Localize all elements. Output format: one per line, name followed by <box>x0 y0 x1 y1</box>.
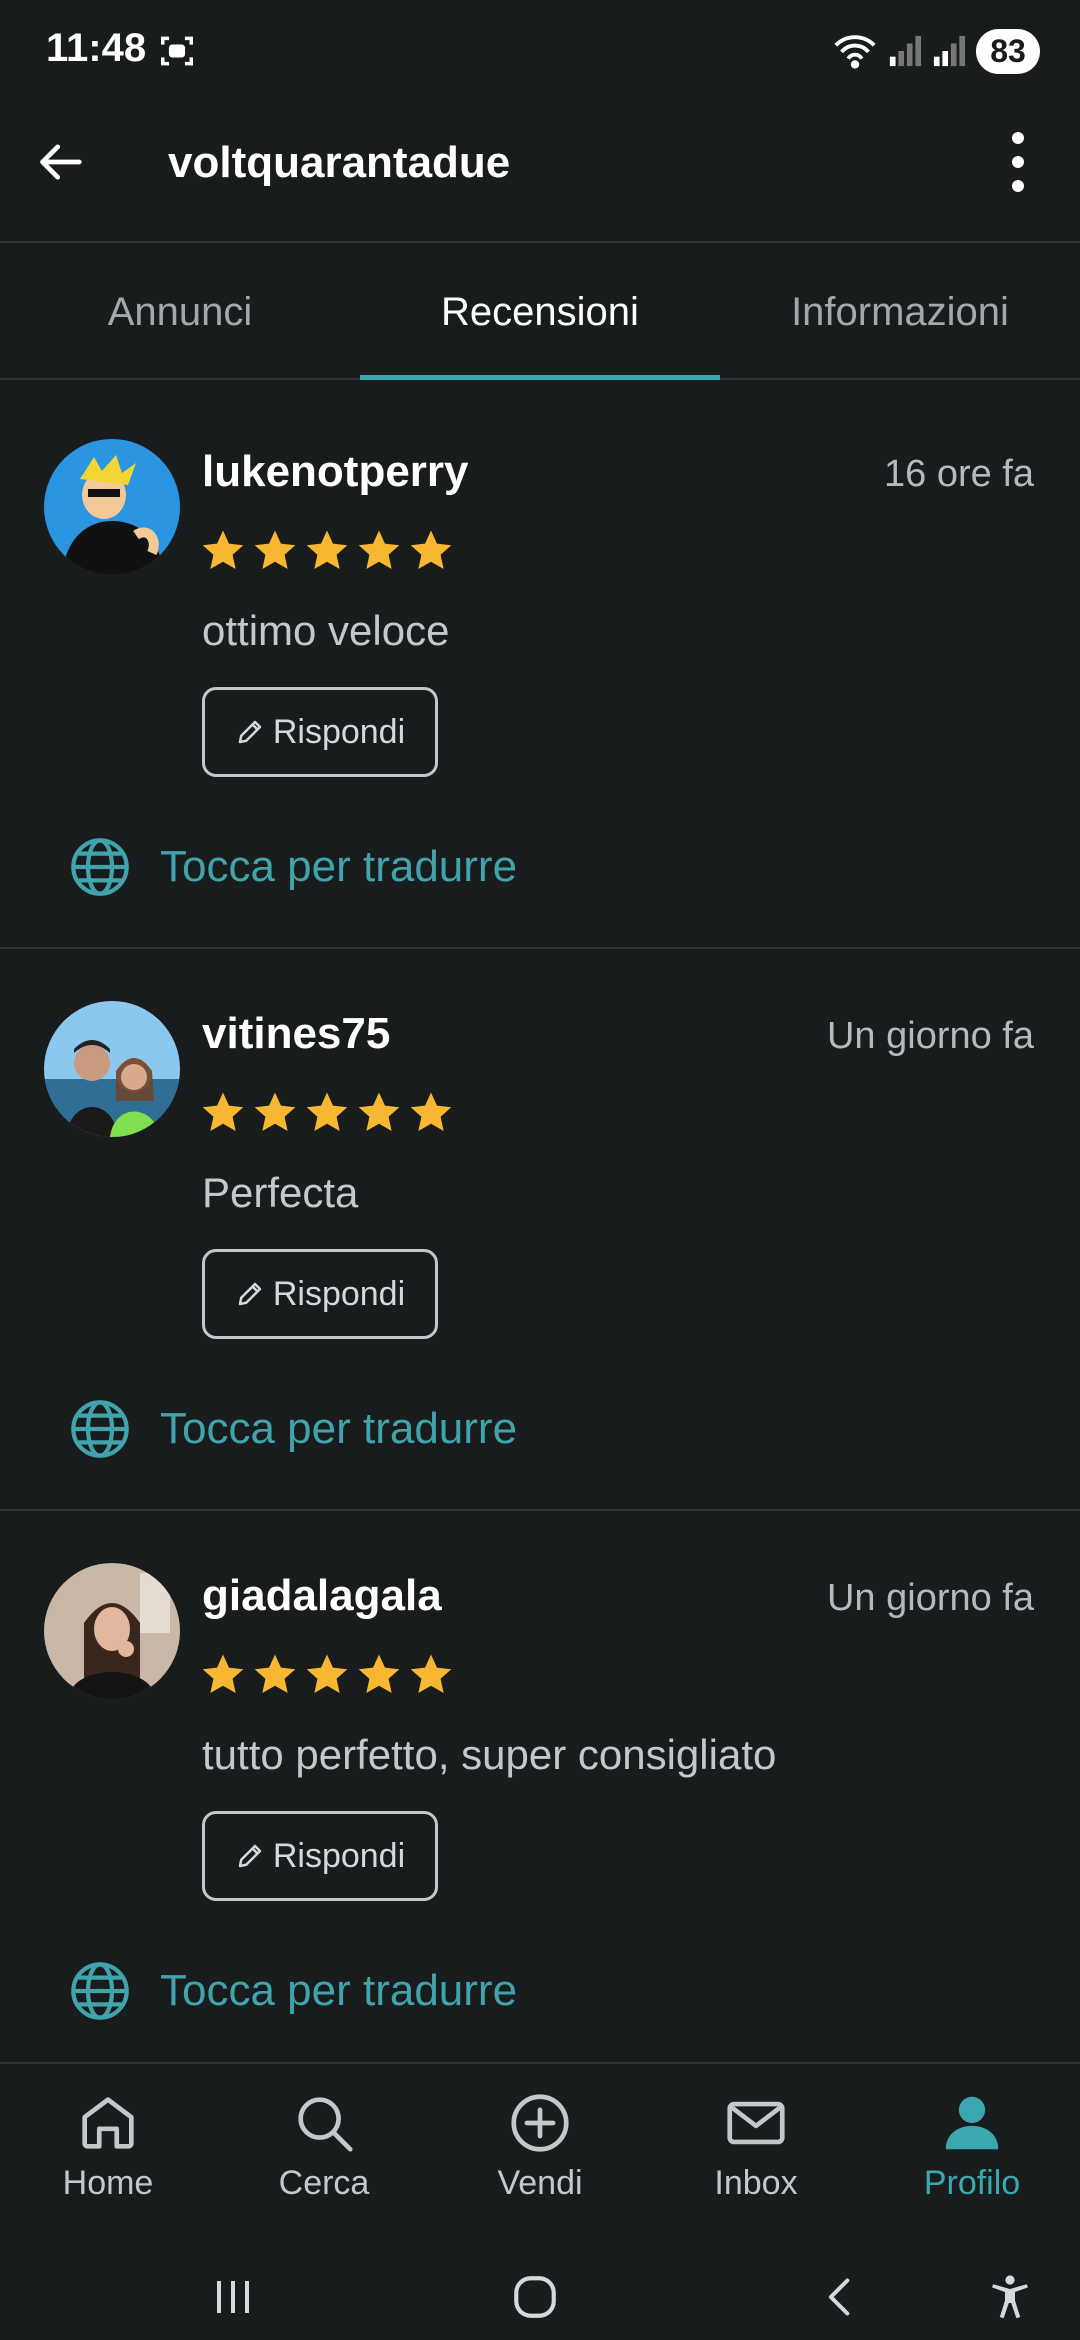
more-options-button[interactable] <box>986 126 1050 198</box>
star-rating <box>200 527 454 573</box>
screenshot-icon <box>161 36 193 66</box>
status-icons: 83 <box>832 28 1040 74</box>
review-item: lukenotperry 16 ore fa ottimo veloce Ris… <box>0 387 1080 949</box>
accessibility-button[interactable] <box>970 2262 1050 2332</box>
review-text: Perfecta <box>202 1169 359 1216</box>
signal-icon <box>889 35 922 67</box>
star-icon <box>254 530 296 569</box>
page-title: voltquarantadue <box>168 138 511 187</box>
more-vert-icon <box>1012 132 1024 192</box>
nav-profilo[interactable]: Profilo <box>864 2064 1080 2262</box>
globe-icon <box>71 838 129 896</box>
star-icon <box>410 530 452 569</box>
home-icon <box>82 2097 134 2149</box>
review-time: Un giorno fa <box>826 1015 1034 1057</box>
star-icon <box>306 530 348 569</box>
star-rating <box>200 1089 454 1135</box>
review-username[interactable]: lukenotperry <box>202 447 469 497</box>
nav-vendi[interactable]: Vendi <box>432 2064 648 2262</box>
nav-label: Home <box>62 2164 154 2202</box>
back-system-button[interactable] <box>800 2262 880 2332</box>
avatar[interactable] <box>44 439 180 575</box>
battery-indicator: 83 <box>976 28 1040 74</box>
home-system-button[interactable] <box>495 2262 575 2332</box>
star-icon <box>202 1092 244 1131</box>
review-username[interactable]: giadalagala <box>202 1571 442 1621</box>
star-icon <box>358 1092 400 1131</box>
avatar[interactable] <box>44 1563 180 1699</box>
nav-home[interactable]: Home <box>0 2064 216 2262</box>
reply-button[interactable]: Rispondi <box>202 687 438 777</box>
pencil-icon <box>238 1844 262 1868</box>
star-icon <box>306 1092 348 1131</box>
star-icon <box>410 1092 452 1131</box>
translate-link[interactable]: Tocca per tradurre <box>68 1397 517 1461</box>
star-icon <box>202 1654 244 1693</box>
reply-button[interactable]: Rispondi <box>202 1811 438 1901</box>
bottom-navigation: Home Cerca Vendi Inbox Profilo <box>0 2062 1080 2262</box>
review-item: vitines75 Un giorno fa Perfecta Rispondi… <box>0 949 1080 1511</box>
globe-icon <box>71 1400 129 1458</box>
reply-label: Rispondi <box>272 1274 406 1313</box>
review-time: 16 ore fa <box>884 453 1034 495</box>
globe-icon <box>71 1962 129 2020</box>
search-icon <box>298 2097 353 2152</box>
review-text: tutto perfetto, super consigliato <box>202 1731 777 1778</box>
star-icon <box>306 1654 348 1693</box>
back-button[interactable] <box>30 130 94 194</box>
star-icon <box>254 1092 296 1131</box>
pencil-icon <box>238 720 262 744</box>
profile-tabs: Annunci Recensioni Informazioni <box>0 245 1080 380</box>
recents-icon <box>217 2281 249 2313</box>
tab-informazioni[interactable]: Informazioni <box>720 245 1080 378</box>
nav-cerca[interactable]: Cerca <box>216 2064 432 2262</box>
wifi-icon <box>834 35 876 69</box>
home-circle-icon <box>514 2276 556 2318</box>
top-app-bar: voltquarantadue <box>0 100 1080 243</box>
nav-inbox[interactable]: Inbox <box>648 2064 864 2262</box>
nav-label: Vendi <box>497 2164 583 2202</box>
review-time: Un giorno fa <box>826 1577 1034 1619</box>
add-circle-icon <box>511 2094 569 2152</box>
tab-annunci[interactable]: Annunci <box>0 245 360 378</box>
person-icon <box>945 2096 999 2150</box>
translate-link[interactable]: Tocca per tradurre <box>68 835 517 899</box>
reply-button[interactable]: Rispondi <box>202 1249 438 1339</box>
pencil-icon <box>238 1282 262 1306</box>
status-bar: 11:48 83 <box>0 0 1080 100</box>
translate-label: Tocca per tradurre <box>160 1404 518 1453</box>
accessibility-icon <box>992 2275 1028 2319</box>
star-rating <box>200 1651 454 1697</box>
star-icon <box>358 1654 400 1693</box>
review-username[interactable]: vitines75 <box>202 1009 390 1059</box>
review-item: giadalagala Un giorno fa tutto perfetto,… <box>0 1511 1080 2062</box>
status-time: 11:48 <box>46 26 147 70</box>
system-navigation-bar <box>0 2262 1080 2340</box>
chevron-left-icon <box>828 2278 850 2316</box>
reply-label: Rispondi <box>272 1836 406 1875</box>
recents-button[interactable] <box>193 2262 273 2332</box>
star-icon <box>410 1654 452 1693</box>
reply-label: Rispondi <box>272 712 406 751</box>
star-icon <box>202 530 244 569</box>
mail-icon <box>727 2101 785 2145</box>
nav-label: Cerca <box>278 2164 370 2202</box>
translate-label: Tocca per tradurre <box>160 1966 518 2015</box>
star-icon <box>358 530 400 569</box>
star-icon <box>254 1654 296 1693</box>
review-text: ottimo veloce <box>202 607 450 654</box>
avatar[interactable] <box>44 1001 180 1137</box>
tab-recensioni[interactable]: Recensioni <box>360 245 720 380</box>
translate-link[interactable]: Tocca per tradurre <box>68 1959 517 2023</box>
translate-label: Tocca per tradurre <box>160 842 518 891</box>
nav-label: Inbox <box>714 2164 798 2202</box>
signal-icon <box>933 35 966 67</box>
arrow-left-icon <box>40 144 82 180</box>
nav-label: Profilo <box>923 2164 1021 2202</box>
